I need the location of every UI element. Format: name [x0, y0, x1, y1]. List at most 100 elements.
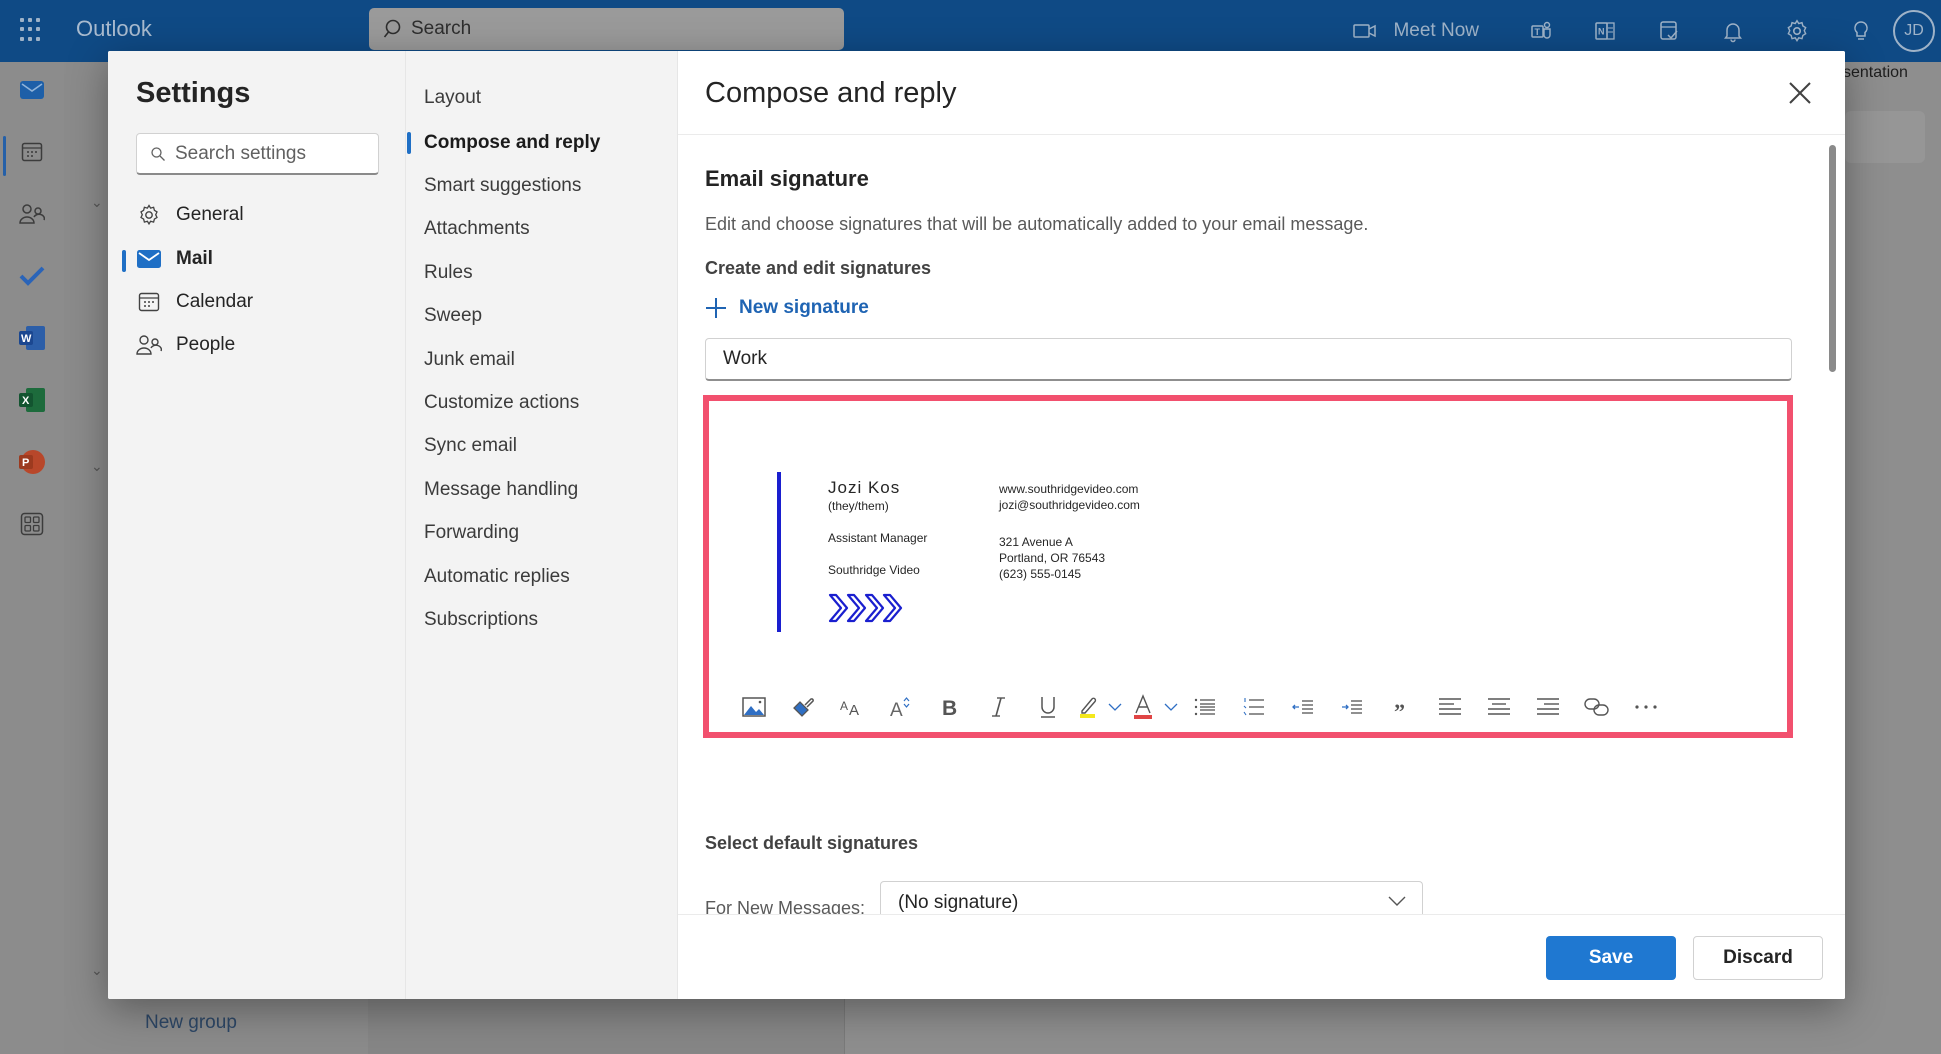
increase-indent-icon[interactable] [1327, 687, 1376, 727]
search-icon [151, 147, 165, 161]
subcategory-rules[interactable]: Rules [424, 256, 473, 290]
category-people[interactable]: People [136, 327, 235, 363]
subcategory-sweep[interactable]: Sweep [424, 299, 482, 333]
settings-dialog: Settings General Mail Calendar People La… [108, 51, 1845, 999]
signature-accent-line [777, 472, 781, 632]
svg-text:P: P [22, 457, 29, 469]
settings-search-box[interactable] [136, 133, 379, 175]
bold-icon[interactable]: B [925, 687, 974, 727]
chevron-down-icon [1388, 896, 1406, 906]
category-general[interactable]: General [136, 197, 244, 233]
plus-icon [706, 298, 726, 318]
subcategory-message-handling[interactable]: Message handling [424, 473, 578, 507]
background-card [1845, 111, 1925, 163]
grow-font-icon[interactable]: A [876, 687, 925, 727]
for-new-messages-value: (No signature) [898, 892, 1019, 913]
signature-person-name: Jozi Kos [828, 478, 901, 497]
close-icon[interactable] [1785, 78, 1815, 108]
discard-button[interactable]: Discard [1693, 936, 1823, 980]
category-calendar[interactable]: Calendar [136, 284, 253, 320]
font-size-icon[interactable]: AA [827, 687, 876, 727]
subcategory-sync-email[interactable]: Sync email [424, 429, 517, 463]
signature-job-title: Assistant Manager [828, 531, 928, 545]
signature-editor[interactable]: Jozi Kos (they/them) Assistant Manager S… [709, 401, 1787, 732]
signature-pronouns: (they/them) [828, 499, 889, 513]
calendar-icon[interactable] [16, 136, 48, 168]
company-logo-chevrons-icon [828, 593, 903, 623]
app-rail: W X P [0, 62, 64, 1054]
calendar-icon [136, 289, 162, 315]
mail-icon[interactable] [16, 74, 48, 106]
link-icon[interactable] [1572, 687, 1621, 727]
section-description: Edit and choose signatures that will be … [705, 214, 1369, 234]
app-name: Outlook [76, 16, 152, 41]
subcategory-customize-actions[interactable]: Customize actions [424, 386, 579, 420]
content-scroll-area: Email signature Edit and choose signatur… [678, 136, 1845, 914]
subcategory-smart-suggestions[interactable]: Smart suggestions [424, 169, 581, 203]
align-right-icon[interactable] [1523, 687, 1572, 727]
mail-icon [136, 246, 162, 272]
subcategory-automatic-replies[interactable]: Automatic replies [424, 560, 570, 594]
apps-icon[interactable] [16, 508, 48, 540]
settings-subcategories-pane: Layout Compose and reply Smart suggestio… [406, 51, 678, 999]
more-options-icon[interactable] [1621, 687, 1670, 727]
subcategory-junk-email[interactable]: Junk email [424, 343, 515, 377]
svg-text:B: B [942, 697, 957, 718]
svg-text:A: A [849, 702, 859, 717]
background-text-fragment: sentation [1843, 64, 1908, 81]
chevron-down-icon: ⌄ [91, 458, 103, 474]
underline-icon[interactable] [1023, 687, 1072, 727]
category-label: Mail [176, 248, 213, 269]
numbering-icon[interactable] [1229, 687, 1278, 727]
category-mail[interactable]: Mail [136, 241, 213, 277]
settings-search-input[interactable] [175, 140, 370, 168]
signature-website: www.southridgevideo.com [999, 482, 1139, 496]
active-category-indicator [122, 250, 126, 272]
subcategory-attachments[interactable]: Attachments [424, 212, 530, 246]
font-color-dropdown-icon[interactable] [1162, 687, 1180, 727]
excel-icon[interactable]: X [16, 384, 48, 416]
account-avatar[interactable]: JD [1893, 10, 1935, 52]
powerpoint-icon[interactable]: P [16, 446, 48, 478]
default-signatures-label: Select default signatures [705, 833, 919, 853]
highlight-dropdown-icon[interactable] [1106, 687, 1124, 727]
signature-name-field[interactable] [705, 338, 1792, 381]
align-center-icon[interactable] [1474, 687, 1523, 727]
app-launcher-icon[interactable] [20, 18, 44, 42]
bullets-icon[interactable] [1180, 687, 1229, 727]
subcategory-layout[interactable]: Layout [424, 81, 481, 115]
font-color-icon[interactable] [1124, 687, 1162, 727]
insert-picture-icon[interactable] [729, 687, 778, 727]
svg-text:N: N [1598, 27, 1605, 37]
subcategory-compose-and-reply[interactable]: Compose and reply [424, 126, 600, 160]
new-signature-label: New signature [739, 297, 869, 318]
subcategory-forwarding[interactable]: Forwarding [424, 516, 519, 550]
quote-icon[interactable]: ” [1376, 687, 1425, 727]
global-search-placeholder: Search [411, 18, 472, 39]
highlight-icon[interactable] [1072, 687, 1106, 727]
align-left-icon[interactable] [1425, 687, 1474, 727]
subcategory-subscriptions[interactable]: Subscriptions [424, 603, 538, 637]
format-painter-icon[interactable] [778, 687, 827, 727]
create-edit-label: Create and edit signatures [705, 258, 932, 278]
word-icon[interactable]: W [16, 322, 48, 354]
new-group-link[interactable]: New group [145, 1012, 237, 1034]
settings-title: Settings [136, 77, 251, 109]
to-do-check-icon[interactable] [16, 260, 48, 292]
category-label: People [176, 334, 236, 355]
global-search-box[interactable]: Search [369, 8, 844, 50]
signature-name-input[interactable] [706, 339, 1791, 379]
decrease-indent-icon[interactable] [1278, 687, 1327, 727]
meet-now-label: Meet Now [1393, 20, 1479, 41]
italic-icon[interactable] [974, 687, 1023, 727]
new-signature-button[interactable]: New signature [705, 297, 869, 319]
meet-now-button[interactable]: Meet Now [1353, 20, 1509, 42]
people-icon[interactable] [16, 198, 48, 230]
signature-address-line1: 321 Avenue A [999, 535, 1073, 549]
signature-left-column: Jozi Kos (they/them) Assistant Manager S… [828, 478, 927, 578]
save-button[interactable]: Save [1546, 936, 1676, 980]
rail-active-indicator [3, 136, 6, 176]
vertical-scrollbar[interactable] [1829, 145, 1836, 372]
signature-company: Southridge Video [828, 563, 920, 577]
for-new-messages-dropdown[interactable]: (No signature) [880, 881, 1423, 914]
